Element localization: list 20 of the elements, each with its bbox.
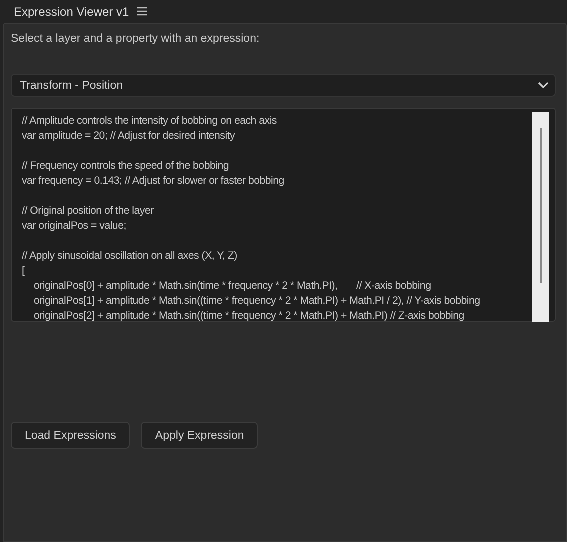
code-line: // Amplitude controls the intensity of bobbing on each axis: [22, 114, 277, 129]
code-line: originalPos[2] + amplitude * Math.sin((time * frequency * 2 * Math.PI) + Math.PI) // Z-axis bobbing: [33, 309, 464, 324]
code-line: var originalPos = value;: [22, 219, 126, 234]
code-line: var amplitude = 20; // Adjust for desired intensity: [22, 129, 236, 144]
code-editor[interactable]: [11, 108, 556, 322]
menu-icon[interactable]: [137, 7, 148, 16]
code-line: originalPos[1] + amplitude * Math.sin((time * frequency * 2 * Math.PI) + Math.PI / 2), // Y-axis bobbing: [33, 294, 480, 309]
property-dropdown[interactable]: Transform - Position: [11, 74, 556, 97]
code-line: // Original position of the layer: [22, 204, 154, 219]
chevron-down-icon: [538, 82, 549, 89]
code-line: // Apply sinusoidal oscillation on all axes (X, Y, Z): [22, 249, 238, 264]
code-line: originalPos[0] + amplitude * Math.sin(time * frequency * 2 * Math.PI), // X-axis bobbing: [33, 279, 432, 294]
panel-title: Expression Viewer v1: [14, 4, 130, 18]
code-line: var frequency = 0.143; // Adjust for slower or faster bobbing: [22, 174, 284, 189]
prompt-text: Select a layer and a property with an expression:: [11, 33, 261, 45]
code-line: // Frequency controls the speed of the bobbing: [22, 159, 229, 174]
action-button[interactable]: Load Expressions: [11, 422, 130, 449]
code-line: [: [22, 264, 25, 279]
scrollbar[interactable]: [532, 112, 549, 322]
action-button[interactable]: Apply Expression: [141, 422, 258, 449]
